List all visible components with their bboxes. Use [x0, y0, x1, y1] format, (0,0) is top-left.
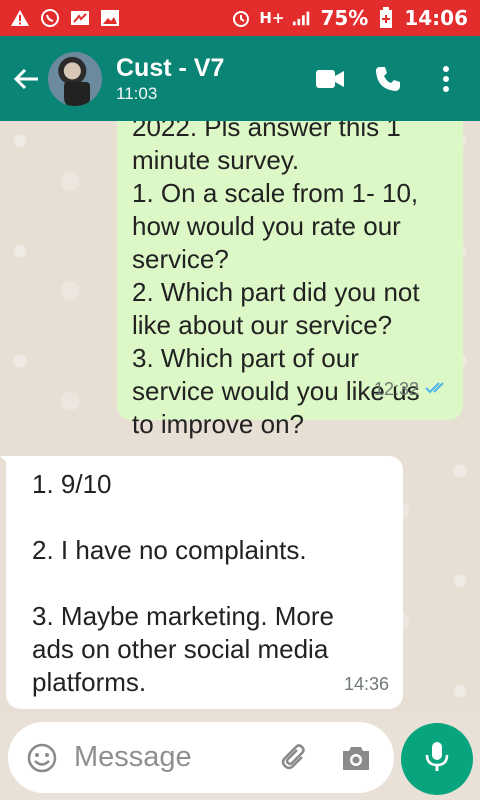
- message-line: how would you rate our: [132, 211, 401, 241]
- message-line-blank: [32, 501, 389, 534]
- message-line: 3. Which part of our: [132, 343, 359, 373]
- message-meta: 12:32: [374, 373, 449, 406]
- message-line: to improve on?: [132, 409, 304, 439]
- message-line: 1. 9/10: [32, 469, 112, 499]
- message-time: 14:36: [343, 674, 389, 694]
- contact-name: Cust - V7: [116, 53, 225, 82]
- read-receipt-icon: [425, 373, 449, 406]
- message-line: platforms.: [32, 667, 147, 697]
- battery-percent: 75%: [320, 6, 369, 30]
- mic-icon: [424, 740, 450, 778]
- battery-icon: [376, 7, 396, 28]
- message-line-blank: [32, 567, 389, 600]
- attach-icon[interactable]: [278, 741, 312, 775]
- chat-area[interactable]: 2022. Pls answer this 1 minute survey. 1…: [0, 121, 480, 713]
- message-line: service?: [132, 244, 229, 274]
- outgoing-message[interactable]: 2022. Pls answer this 1 minute survey. 1…: [117, 121, 463, 439]
- warning-icon: [10, 8, 30, 28]
- status-bar: H+ 75% 14:06: [0, 0, 480, 36]
- avatar[interactable]: [46, 49, 104, 108]
- message-line: ads on other social media: [32, 634, 329, 664]
- emoji-icon[interactable]: [24, 740, 60, 776]
- message-meta: 14:36: [344, 668, 389, 701]
- message-line: like about our service?: [132, 310, 393, 340]
- composer: [0, 713, 480, 800]
- message-input[interactable]: [72, 740, 266, 775]
- message-line: 2. I have no complaints.: [32, 535, 307, 565]
- message-line: 1. On a scale from 1- 10,: [132, 178, 419, 208]
- network-type: H+: [259, 9, 285, 27]
- video-call-icon[interactable]: [314, 63, 346, 95]
- contact-info[interactable]: Cust - V7 11:03: [116, 53, 224, 105]
- phone-icon[interactable]: [372, 63, 404, 95]
- alarm-icon: [231, 8, 251, 28]
- message-line: 2. Which part did you not: [132, 277, 420, 307]
- message-time: 12:32: [373, 379, 419, 399]
- clock: 14:06: [404, 6, 468, 30]
- whatsapp-icon: [40, 8, 60, 28]
- last-seen: 11:03: [116, 83, 158, 103]
- message-line: minute survey.: [132, 145, 300, 175]
- incoming-message[interactable]: 1. 9/10 2. I have no complaints. 3. Mayb…: [0, 456, 403, 709]
- mic-button[interactable]: [401, 723, 473, 795]
- message-box: [8, 722, 394, 793]
- message-line: 2022. Pls answer this 1: [132, 121, 401, 142]
- more-options-icon[interactable]: [430, 63, 462, 95]
- message-icon: [70, 8, 90, 28]
- message-line: 3. Maybe marketing. More: [32, 601, 335, 631]
- back-arrow-icon[interactable]: [6, 59, 46, 99]
- chat-header: Cust - V7 11:03: [0, 36, 480, 121]
- signal-icon: [292, 8, 312, 28]
- image-icon: [100, 8, 120, 28]
- camera-icon[interactable]: [338, 740, 374, 776]
